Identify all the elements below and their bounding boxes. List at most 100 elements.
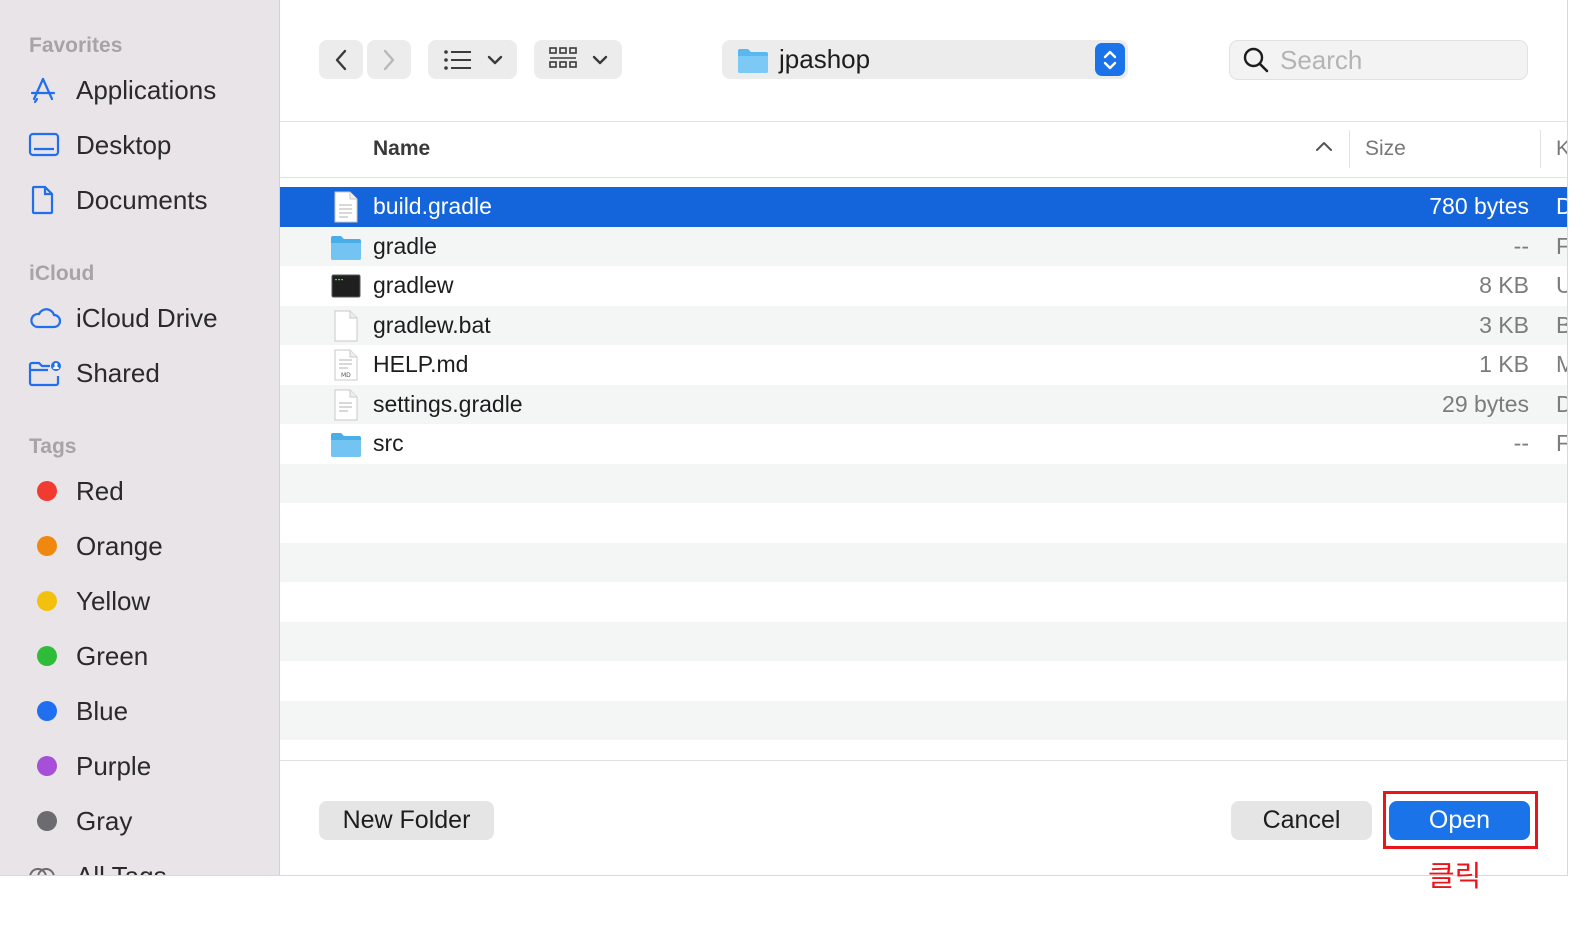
file-name: HELP.md (373, 351, 469, 378)
folder-icon (738, 48, 768, 73)
sidebar-item-documents[interactable]: Documents (28, 180, 268, 220)
all-tags-icon (28, 860, 66, 875)
sidebar-item-label: All Tags… (76, 860, 193, 876)
file-row-settings-gradle[interactable]: settings.gradle 29 bytes Document (280, 384, 1567, 424)
sidebar-tag-yellow[interactable]: Yellow (28, 581, 268, 621)
empty-row (280, 463, 1567, 503)
sidebar-item-label: Yellow (76, 585, 151, 616)
tag-dot-icon (37, 701, 57, 721)
search-field[interactable] (1229, 40, 1528, 80)
file-name: gradlew (373, 272, 454, 299)
sidebar-item-icloud-drive[interactable]: iCloud Drive (28, 298, 268, 338)
file-name: gradle (373, 232, 437, 259)
file-size: 780 bytes (1429, 193, 1529, 220)
sidebar-item-label: Red (76, 475, 124, 506)
annotation-highlight-box (1383, 791, 1538, 849)
column-header-size[interactable]: Size (1365, 137, 1406, 161)
file-kind: Markdown (1556, 351, 1567, 378)
tag-dot-icon (37, 481, 57, 501)
file-kind: Unix executable (1556, 272, 1567, 299)
file-size: 1 KB (1479, 351, 1529, 378)
folder-icon (330, 230, 362, 264)
documents-icon (28, 184, 66, 216)
tag-dot-icon (37, 756, 57, 776)
svg-text:MD: MD (341, 372, 351, 379)
path-folder-name: jpashop (779, 44, 871, 74)
tag-dot-icon (37, 811, 57, 831)
empty-row (280, 542, 1567, 582)
empty-row (280, 582, 1567, 622)
group-by-button[interactable] (534, 40, 622, 79)
sidebar-tag-blue[interactable]: Blue (28, 691, 268, 731)
new-folder-button[interactable]: New Folder (319, 801, 494, 840)
chevron-down-icon (487, 55, 502, 64)
sidebar-item-label: Blue (76, 695, 129, 726)
search-input[interactable] (1280, 44, 1510, 76)
annotation-label: 클릭 (1428, 859, 1482, 893)
chevron-left-icon (335, 49, 347, 70)
file-size: 3 KB (1479, 311, 1529, 338)
file-row-gradle[interactable]: gradle -- Folder (280, 226, 1567, 266)
column-header-name[interactable]: Name (373, 137, 430, 161)
sidebar-item-label: Purple (76, 750, 152, 781)
path-popup[interactable]: jpashop (722, 40, 1128, 79)
sidebar-tag-all-tags[interactable]: All Tags… (28, 856, 268, 876)
sidebar-tag-red[interactable]: Red (28, 471, 268, 511)
sidebar: Favorites Applications Desktop Documents… (0, 0, 280, 876)
file-row-gradlew-bat[interactable]: gradlew.bat 3 KB Batch file (280, 305, 1567, 345)
empty-row (280, 700, 1567, 740)
column-divider[interactable] (1349, 130, 1350, 168)
file-kind: Batch file (1556, 312, 1567, 339)
column-header-kind[interactable]: Kind (1556, 137, 1567, 161)
file-row-build-gradle[interactable]: build.gradle 780 bytes Document (280, 187, 1567, 227)
sidebar-tag-green[interactable]: Green (28, 636, 268, 676)
back-button[interactable] (319, 40, 363, 79)
desktop-icon (28, 129, 66, 161)
tag-dot-icon (37, 646, 57, 666)
search-icon (1243, 47, 1269, 73)
file-row-src[interactable]: src -- Folder (280, 424, 1567, 464)
column-divider[interactable] (1540, 130, 1541, 168)
file-kind: Document (1556, 391, 1567, 418)
open-file-dialog: Favorites Applications Desktop Documents… (0, 0, 1568, 876)
sidebar-section-tags: Tags (29, 435, 77, 458)
file-name: src (373, 430, 404, 457)
shared-folder-icon (28, 357, 66, 389)
file-size: -- (1513, 232, 1529, 259)
sidebar-item-label: Gray (76, 805, 133, 836)
empty-row (280, 621, 1567, 661)
sidebar-section-icloud: iCloud (29, 262, 95, 285)
dialog-footer: New Folder Cancel Open (280, 760, 1567, 875)
text-file-icon (330, 190, 362, 224)
blank-file-icon (330, 309, 362, 343)
file-kind: Folder (1556, 430, 1567, 457)
file-size: 29 bytes (1442, 390, 1529, 417)
cancel-button[interactable]: Cancel (1231, 801, 1372, 840)
file-list: build.gradle 780 bytes Document gradle -… (280, 187, 1567, 759)
sidebar-item-applications[interactable]: Applications (28, 70, 268, 110)
markdown-file-icon: MD (330, 348, 362, 382)
file-size: 8 KB (1479, 272, 1529, 299)
popup-stepper-icon (1095, 43, 1125, 76)
sidebar-tag-orange[interactable]: Orange (28, 526, 268, 566)
file-row-gradlew[interactable]: gradlew 8 KB Unix executable (280, 266, 1567, 306)
sidebar-tag-gray[interactable]: Gray (28, 801, 268, 841)
sidebar-item-label: iCloud Drive (76, 302, 218, 333)
sidebar-item-label: Green (76, 640, 149, 671)
tag-dot-icon (37, 591, 57, 611)
sidebar-item-label: Shared (76, 357, 160, 388)
file-name: gradlew.bat (373, 311, 491, 338)
empty-row (280, 661, 1567, 701)
forward-button[interactable] (367, 40, 411, 79)
view-mode-button[interactable] (428, 40, 517, 79)
tag-dot-icon (37, 536, 57, 556)
sidebar-item-shared[interactable]: Shared (28, 353, 268, 393)
file-kind: Folder (1556, 233, 1567, 260)
sidebar-item-desktop[interactable]: Desktop (28, 125, 268, 165)
icloud-icon (28, 302, 66, 334)
sidebar-item-label: Desktop (76, 129, 172, 160)
file-row-help-md[interactable]: MD HELP.md 1 KB Markdown (280, 345, 1567, 385)
sidebar-item-label: Applications (76, 74, 217, 105)
sidebar-tag-purple[interactable]: Purple (28, 746, 268, 786)
sort-ascending-icon[interactable] (1315, 140, 1333, 152)
